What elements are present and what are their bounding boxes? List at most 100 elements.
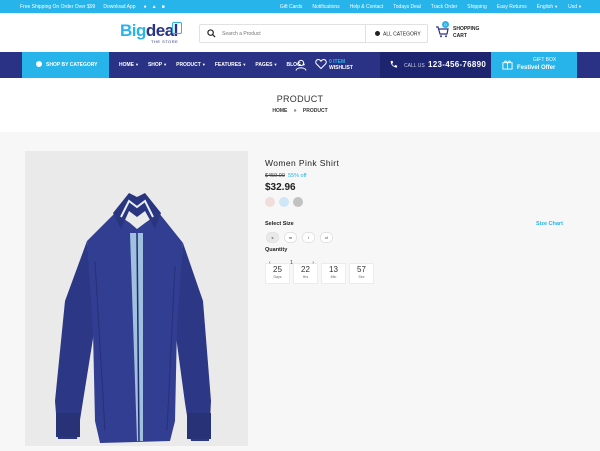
page-title: PRODUCT	[276, 94, 324, 104]
nav-item-pages[interactable]: PAGES▼	[255, 62, 277, 68]
currency-select[interactable]: Usd▼	[568, 4, 582, 10]
size-option-m[interactable]: m	[284, 232, 297, 243]
nav-item-shop[interactable]: SHOP▼	[148, 62, 167, 68]
quantity-label: Quantity	[265, 247, 288, 253]
category-icon	[375, 31, 380, 36]
color-swatch-grey[interactable]	[293, 197, 303, 207]
search-icon[interactable]	[207, 29, 216, 38]
timer-unit: Min	[330, 275, 337, 279]
timer-unit: Hrs	[302, 275, 309, 279]
header: Bigdeal THE STORE ALL CATEGORY 0 SHOPPIN…	[0, 13, 600, 52]
logo[interactable]: Bigdeal THE STORE	[120, 21, 190, 47]
timer-unit: Sec	[358, 275, 365, 279]
chevron-down-icon: ▼	[201, 62, 206, 67]
help-contact-link[interactable]: Help & Contact	[350, 4, 384, 10]
easy-returns-link[interactable]: Easy Returns	[497, 4, 527, 10]
page-header: PRODUCT HOME » PRODUCT	[0, 78, 600, 132]
chevron-left-icon[interactable]: ‹	[269, 260, 271, 266]
shop-by-category-button[interactable]: SHOP BY CATEGORY	[22, 52, 109, 78]
wishlist-button[interactable]: 0 ITEM WISHLIST	[315, 58, 375, 72]
nav-item-label: SHOP	[147, 62, 163, 68]
chevron-down-icon: ▼	[554, 4, 559, 9]
cart-button[interactable]: 0 SHOPPING CART	[435, 21, 495, 47]
gift-cards-link[interactable]: Gift Cards	[280, 4, 303, 10]
timer-value: 13	[329, 265, 338, 274]
chevron-right-icon[interactable]: ›	[312, 260, 314, 266]
chevron-down-icon: ▼	[242, 62, 247, 67]
cart-icon	[436, 26, 449, 38]
product-name: Women Pink Shirt	[265, 158, 340, 168]
discount-badge: 55% off	[288, 173, 307, 179]
breadcrumb-home[interactable]: HOME	[272, 108, 287, 114]
breadcrumb-separator-icon: »	[293, 108, 297, 114]
category-select-label: ALL CATEGORY	[383, 31, 421, 38]
nav-item-label: PAGES	[255, 62, 273, 68]
color-swatch-blue[interactable]	[279, 197, 289, 207]
timer-seconds: 57 Sec	[349, 263, 374, 284]
cart-count-badge: 0	[442, 21, 449, 28]
breadcrumb-current: PRODUCT	[302, 108, 328, 114]
download-app-link[interactable]: Download App	[103, 4, 135, 10]
top-bar: Free Shipping On Order Over $99 Download…	[0, 0, 600, 13]
gift-icon	[502, 60, 513, 70]
nav-item-label: FEATURES	[214, 62, 242, 68]
chevron-down-icon: ▼	[135, 62, 139, 67]
notifications-link[interactable]: Notifications	[312, 4, 339, 10]
phone-icon	[390, 60, 398, 68]
color-swatches	[265, 197, 303, 207]
logo-tagline: THE STORE	[151, 39, 179, 44]
cart-label-line2: CART	[453, 33, 467, 39]
android-icon[interactable]: ▲	[152, 4, 157, 10]
gift-box-offer[interactable]: GIFT BOX Festivel Offer	[491, 52, 577, 78]
timer-value: 57	[357, 265, 366, 274]
wishlist-label: WISHLIST	[329, 65, 353, 71]
chevron-down-icon: ▼	[273, 62, 278, 67]
select-size-label: Select Size	[265, 221, 294, 227]
free-shipping-text: Free Shipping On Order Over $99	[20, 4, 96, 10]
quantity-value[interactable]: 1	[290, 260, 293, 266]
timer-unit: Days	[273, 275, 282, 279]
gift-box-label: GIFT BOX	[533, 57, 557, 63]
call-us-label: CALL US	[404, 63, 425, 69]
nav-item-label: HOME	[119, 62, 134, 68]
cart-label-line1: SHOPPING	[453, 26, 480, 32]
apple-icon[interactable]: ●	[144, 4, 147, 10]
timer-minutes: 13 Min	[321, 263, 346, 284]
color-swatch-pink[interactable]	[265, 197, 275, 207]
windows-icon[interactable]: ■	[162, 4, 165, 10]
nav-item-label: PRODUCT	[176, 62, 201, 68]
search-input[interactable]	[222, 29, 352, 39]
shirt-image	[55, 193, 211, 443]
user-icon[interactable]	[295, 59, 307, 71]
nav-item-home[interactable]: HOME▼	[119, 62, 139, 68]
nav-item-features[interactable]: FEATURES▼	[215, 62, 247, 68]
size-option-l[interactable]: l	[302, 232, 315, 243]
shipping-link[interactable]: Shipping	[467, 4, 486, 10]
size-option-s[interactable]: s	[266, 232, 279, 243]
logo-text-big: Big	[120, 21, 146, 40]
chevron-down-icon: ▼	[163, 62, 168, 67]
heart-icon	[315, 58, 327, 70]
todays-deal-link[interactable]: Todays Deal	[393, 4, 421, 10]
track-order-link[interactable]: Track Order	[431, 4, 457, 10]
shopping-bag-icon	[172, 22, 182, 34]
size-option-xl[interactable]: xl	[320, 232, 333, 243]
language-select[interactable]: English▼	[537, 4, 558, 10]
shop-by-category-label: SHOP BY CATEGORY	[46, 62, 98, 68]
main-nav: SHOP BY CATEGORY HOME▼ SHOP▼ PRODUCT▼ FE…	[0, 52, 600, 78]
category-circle-icon	[36, 61, 42, 67]
nav-item-product[interactable]: PRODUCT▼	[176, 62, 206, 68]
old-price: $459.00	[265, 173, 285, 179]
product-image[interactable]	[25, 151, 248, 446]
product-price: $32.96	[265, 182, 296, 193]
phone-number[interactable]: 123-456-76890	[428, 60, 486, 69]
category-select[interactable]: ALL CATEGORY	[365, 25, 428, 42]
currency-value: Usd	[568, 4, 578, 10]
size-options: s m l xl	[266, 232, 333, 243]
size-chart-link[interactable]: Size Chart	[536, 221, 563, 227]
gift-offer-label: Festivel Offer	[517, 65, 556, 71]
breadcrumb: HOME » PRODUCT	[0, 108, 600, 114]
language-value: English	[536, 4, 554, 10]
search-bar: ALL CATEGORY	[199, 24, 428, 43]
call-us-box: CALL US 123-456-76890	[380, 52, 491, 78]
